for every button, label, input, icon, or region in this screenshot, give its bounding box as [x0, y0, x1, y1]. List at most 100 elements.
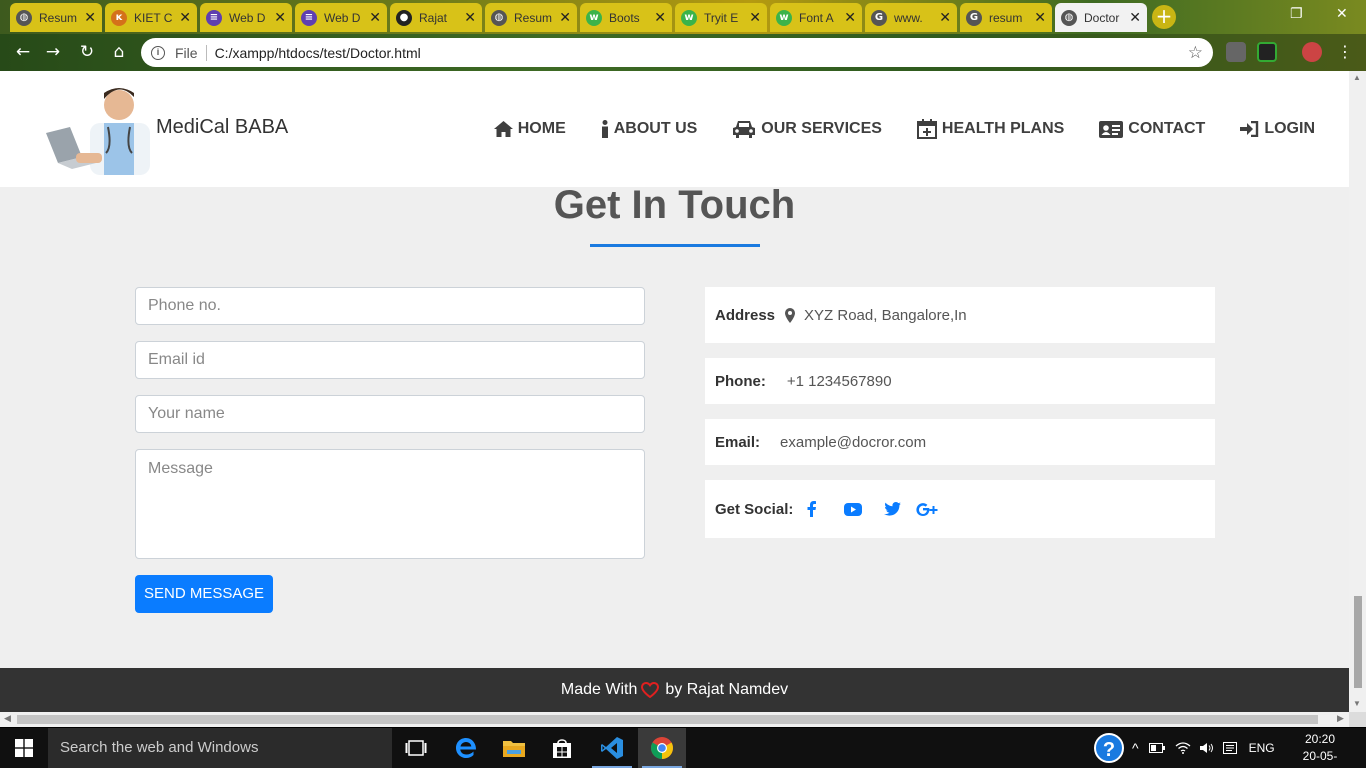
address-value: XYZ Road, Bangalore,In [804, 306, 967, 324]
scroll-left-icon[interactable]: ◀ [4, 713, 11, 724]
tab-close-icon[interactable]: ✕ [369, 10, 381, 26]
new-tab-button[interactable]: + [1152, 5, 1176, 29]
tab-close-icon[interactable]: ✕ [749, 10, 761, 26]
chevron-up-icon[interactable]: ^ [1132, 740, 1139, 756]
tab-close-icon[interactable]: ✕ [559, 10, 571, 26]
name-input[interactable]: Your name [135, 395, 645, 433]
browser-tab[interactable]: ◍ Doctor ✕ [1055, 3, 1147, 32]
browser-tab[interactable]: ĸ KIET C ✕ [105, 3, 197, 32]
volume-icon[interactable] [1199, 742, 1215, 754]
browser-toolbar: ← → ↻ ⌂ i File C:/xampp/htdocs/test/Doct… [0, 34, 1366, 71]
store-icon[interactable] [538, 728, 586, 768]
system-tray: ? ^ ENG [1094, 728, 1275, 768]
map-marker-icon [785, 307, 796, 323]
browser-tab[interactable]: ● Rajat ✕ [390, 3, 482, 32]
browser-tab-title: Font A [799, 10, 834, 25]
taskbar-clock[interactable]: 20:20 20-05-2020 [1290, 731, 1350, 768]
tab-close-icon[interactable]: ✕ [1034, 10, 1046, 26]
tab-close-icon[interactable]: ✕ [179, 10, 191, 26]
help-icon[interactable]: ? [1094, 733, 1124, 763]
footer-text-after: by Rajat Namdev [665, 681, 789, 698]
edge-icon[interactable] [442, 728, 490, 768]
tab-close-icon[interactable]: ✕ [654, 10, 666, 26]
reload-icon[interactable]: ↻ [76, 41, 98, 63]
facebook-icon[interactable] [807, 501, 817, 517]
clock-date: 20-05-2020 [1302, 749, 1338, 768]
browser-tab-strip: ◍ Resum ✕ ĸ KIET C ✕ ≡ Web D ✕ ≡ Web D ✕ ● Rajat ✕ ◍ Res… [0, 0, 1366, 34]
browser-tab[interactable]: ≡ Web D ✕ [200, 3, 292, 32]
tab-close-icon[interactable]: ✕ [464, 10, 476, 26]
email-input[interactable]: Email id [135, 341, 645, 379]
nav-login-label: LOGIN [1264, 120, 1315, 137]
google-plus-icon[interactable] [916, 502, 938, 516]
browser-tab[interactable]: w Tryit E ✕ [675, 3, 767, 32]
nav-health-plans[interactable]: HEALTH PLANS [916, 119, 1064, 139]
address-url[interactable]: C:/xampp/htdocs/test/Doctor.html [215, 45, 421, 61]
vertical-scrollbar[interactable]: ▲ ▼ [1349, 71, 1366, 712]
tab-close-icon[interactable]: ✕ [939, 10, 951, 26]
browser-tab[interactable]: ≡ Web D ✕ [295, 3, 387, 32]
browser-tab[interactable]: ◍ Resum ✕ [485, 3, 577, 32]
horizontal-scrollbar-thumb[interactable] [17, 715, 1318, 724]
extension-icon[interactable] [1257, 42, 1277, 62]
phone-input[interactable]: Phone no. [135, 287, 645, 325]
file-explorer-icon[interactable] [490, 728, 538, 768]
restore-window-icon[interactable]: ❐ [1290, 6, 1303, 22]
windows-logo-icon [15, 739, 33, 757]
task-view-icon[interactable] [392, 728, 440, 768]
browser-tab[interactable]: Gresum ✕ [960, 3, 1052, 32]
browser-tab[interactable]: w Font A ✕ [770, 3, 862, 32]
battery-icon[interactable] [1148, 743, 1165, 753]
camera-extension-icon[interactable] [1226, 42, 1246, 62]
bookmark-star-icon[interactable]: ☆ [1188, 43, 1203, 63]
site-info-icon[interactable]: i [151, 45, 165, 60]
language-indicator[interactable]: ENG [1249, 741, 1275, 755]
tab-close-icon[interactable]: ✕ [1129, 10, 1141, 26]
vscode-icon[interactable] [588, 728, 636, 768]
youtube-icon[interactable] [844, 502, 863, 516]
back-icon[interactable]: ← [12, 41, 34, 63]
tab-close-icon[interactable]: ✕ [274, 10, 286, 26]
vertical-scrollbar-thumb[interactable] [1354, 596, 1362, 688]
brand-name[interactable]: MediCal BABA [156, 116, 288, 139]
nav-home[interactable]: HOME [493, 119, 566, 139]
wifi-icon[interactable] [1175, 742, 1191, 754]
start-button[interactable] [0, 728, 48, 768]
phone-card: Phone: +1 1234567890 [705, 358, 1215, 404]
address-bar[interactable]: i File C:/xampp/htdocs/test/Doctor.html … [141, 38, 1213, 67]
scroll-down-icon[interactable]: ▼ [1353, 699, 1361, 708]
nav-about[interactable]: ABOUT US [601, 119, 697, 139]
browser-tab[interactable]: Gwww. ✕ [865, 3, 957, 32]
scroll-right-icon[interactable]: ▶ [1337, 713, 1344, 724]
message-textarea[interactable]: Message [135, 449, 645, 559]
chrome-icon[interactable] [638, 728, 686, 768]
browser-tab-title: Doctor [1084, 10, 1120, 25]
send-message-button[interactable]: SEND MESSAGE [135, 575, 273, 613]
list-icon: ≡ [301, 9, 317, 26]
taskbar-search-box[interactable]: Search the web and Windows [48, 728, 392, 768]
close-window-icon[interactable]: ✕ [1336, 6, 1348, 22]
social-label: Get Social: [715, 500, 794, 518]
tab-close-icon[interactable]: ✕ [84, 10, 96, 26]
email-label: Email: [715, 433, 761, 451]
phone-label: Phone: [715, 372, 766, 390]
home-browser-icon[interactable]: ⌂ [108, 41, 130, 63]
horizontal-scrollbar[interactable]: ◀ ▶ [0, 712, 1349, 727]
browser-tab[interactable]: w Boots ✕ [580, 3, 672, 32]
twitter-icon[interactable] [884, 502, 902, 516]
id-card-icon [1099, 120, 1124, 138]
calendar-plus-icon [916, 119, 937, 139]
browser-tab[interactable]: ◍ Resum ✕ [10, 3, 102, 32]
scroll-up-icon[interactable]: ▲ [1353, 73, 1361, 82]
footer-text-before: Made With [560, 681, 638, 698]
nav-login[interactable]: LOGIN [1240, 119, 1315, 139]
nav-services[interactable]: OUR SERVICES [732, 119, 882, 139]
menu-icon[interactable]: ⋮ [1334, 41, 1356, 63]
forward-icon[interactable]: → [42, 41, 64, 63]
action-center-icon[interactable] [1222, 742, 1237, 754]
tab-close-icon[interactable]: ✕ [844, 10, 856, 26]
nav-contact[interactable]: CONTACT [1099, 119, 1205, 139]
sign-in-icon [1240, 121, 1259, 137]
profile-avatar[interactable] [1302, 42, 1322, 62]
browser-tab-title: Web D [229, 10, 266, 25]
